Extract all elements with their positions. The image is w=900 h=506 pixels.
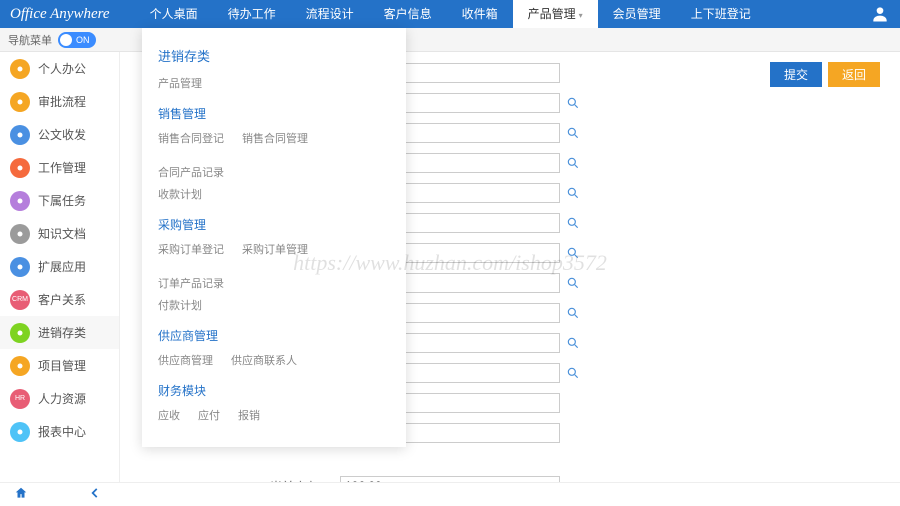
dropdown-link[interactable]: 应付 bbox=[198, 407, 220, 423]
home-icon[interactable] bbox=[14, 486, 28, 503]
sidebar-item[interactable]: 工作管理 bbox=[0, 151, 119, 184]
dropdown-link[interactable]: 产品管理 bbox=[158, 75, 202, 91]
sidebar-icon bbox=[10, 125, 30, 145]
dropdown-section: 供应商管理 bbox=[158, 327, 390, 344]
dropdown-link[interactable]: 供应商管理 bbox=[158, 352, 213, 368]
sidebar-label: 人力资源 bbox=[38, 390, 86, 407]
sidebar-label: 知识文档 bbox=[38, 225, 86, 242]
nav-toggle[interactable]: ON bbox=[58, 32, 96, 48]
dropdown-link[interactable]: 付款计划 bbox=[158, 297, 202, 313]
top-nav-item[interactable]: 产品管理▾ bbox=[513, 0, 598, 28]
sidebar-icon: HR bbox=[10, 389, 30, 409]
top-nav-item[interactable]: 客户信息 bbox=[369, 0, 447, 28]
dropdown-link[interactable]: 采购订单登记 bbox=[158, 241, 224, 257]
sidebar-icon bbox=[10, 356, 30, 376]
sidebar-label: 个人办公 bbox=[38, 60, 86, 77]
sidebar-label: 公文收发 bbox=[38, 126, 86, 143]
sidebar-icon bbox=[10, 224, 30, 244]
footer-bar bbox=[0, 482, 900, 506]
search-icon[interactable] bbox=[566, 276, 580, 290]
app-logo: Office Anywhere bbox=[10, 6, 110, 23]
dropdown-link[interactable]: 应收 bbox=[158, 407, 180, 423]
sidebar-item[interactable]: 个人办公 bbox=[0, 52, 119, 85]
sidebar-label: 工作管理 bbox=[38, 159, 86, 176]
dropdown-link[interactable]: 采购订单管理 bbox=[242, 241, 308, 257]
submit-button[interactable]: 提交 bbox=[770, 62, 822, 87]
dropdown-section: 采购管理 bbox=[158, 216, 390, 233]
sidebar-item[interactable]: 知识文档 bbox=[0, 217, 119, 250]
sidebar-icon bbox=[10, 92, 30, 112]
dropdown-link[interactable]: 报销 bbox=[238, 407, 260, 423]
dropdown-link[interactable]: 订单产品记录 bbox=[158, 275, 224, 291]
sidebar-label: 扩展应用 bbox=[38, 258, 86, 275]
sidebar-label: 下属任务 bbox=[38, 192, 86, 209]
sidebar-icon bbox=[10, 191, 30, 211]
search-icon[interactable] bbox=[566, 96, 580, 110]
top-nav-item[interactable]: 上下班登记 bbox=[676, 0, 766, 28]
back-icon[interactable] bbox=[88, 486, 102, 503]
sidebar-item[interactable]: 下属任务 bbox=[0, 184, 119, 217]
dropdown-link[interactable]: 供应商联系人 bbox=[231, 352, 297, 368]
sidebar-item[interactable]: 进销存类 bbox=[0, 316, 119, 349]
top-nav: 个人桌面待办工作流程设计客户信息收件箱产品管理▾会员管理上下班登记 bbox=[135, 0, 766, 28]
sidebar-item[interactable]: 扩展应用 bbox=[0, 250, 119, 283]
top-nav-item[interactable]: 流程设计 bbox=[291, 0, 369, 28]
dropdown-section: 销售管理 bbox=[158, 105, 390, 122]
top-nav-item[interactable]: 收件箱 bbox=[447, 0, 513, 28]
nav-label: 导航菜单 bbox=[8, 32, 52, 48]
sidebar-item[interactable]: 审批流程 bbox=[0, 85, 119, 118]
dropdown-link[interactable]: 合同产品记录 bbox=[158, 164, 224, 180]
search-icon[interactable] bbox=[566, 186, 580, 200]
sidebar-icon bbox=[10, 422, 30, 442]
sidebar-label: 项目管理 bbox=[38, 357, 86, 374]
sidebar-item[interactable]: HR 人力资源 bbox=[0, 382, 119, 415]
search-icon[interactable] bbox=[566, 246, 580, 260]
sidebar-label: 审批流程 bbox=[38, 93, 86, 110]
sidebar-icon bbox=[10, 257, 30, 277]
back-button[interactable]: 返回 bbox=[828, 62, 880, 87]
search-icon[interactable] bbox=[566, 336, 580, 350]
search-icon[interactable] bbox=[566, 306, 580, 320]
dropdown-link[interactable]: 销售合同管理 bbox=[242, 130, 308, 146]
sidebar-label: 报表中心 bbox=[38, 423, 86, 440]
sidebar-item[interactable]: 项目管理 bbox=[0, 349, 119, 382]
top-nav-item[interactable]: 会员管理 bbox=[598, 0, 676, 28]
dropdown-link[interactable]: 销售合同登记 bbox=[158, 130, 224, 146]
product-dropdown: 进销存类 产品管理销售管理销售合同登记 销售合同管理合同产品记录收款计划采购管理采… bbox=[142, 28, 406, 447]
user-icon[interactable] bbox=[870, 4, 890, 24]
dropdown-link[interactable]: 收款计划 bbox=[158, 186, 202, 202]
top-nav-item[interactable]: 个人桌面 bbox=[135, 0, 213, 28]
search-icon[interactable] bbox=[566, 126, 580, 140]
sidebar-label: 进销存类 bbox=[38, 324, 86, 341]
search-icon[interactable] bbox=[566, 156, 580, 170]
dropdown-section: 财务模块 bbox=[158, 382, 390, 399]
sidebar-item[interactable]: 公文收发 bbox=[0, 118, 119, 151]
sidebar-item[interactable]: 报表中心 bbox=[0, 415, 119, 448]
sidebar-label: 客户关系 bbox=[38, 291, 86, 308]
search-icon[interactable] bbox=[566, 366, 580, 380]
sidebar-icon bbox=[10, 158, 30, 178]
sidebar-icon bbox=[10, 323, 30, 343]
search-icon[interactable] bbox=[566, 216, 580, 230]
dropdown-title: 进销存类 bbox=[158, 46, 390, 65]
sidebar-item[interactable]: CRM 客户关系 bbox=[0, 283, 119, 316]
sidebar-icon: CRM bbox=[10, 290, 30, 310]
sidebar: 个人办公审批流程公文收发工作管理下属任务知识文档扩展应用 CRM 客户关系进销存类项… bbox=[0, 52, 120, 482]
top-nav-item[interactable]: 待办工作 bbox=[213, 0, 291, 28]
sidebar-icon bbox=[10, 59, 30, 79]
